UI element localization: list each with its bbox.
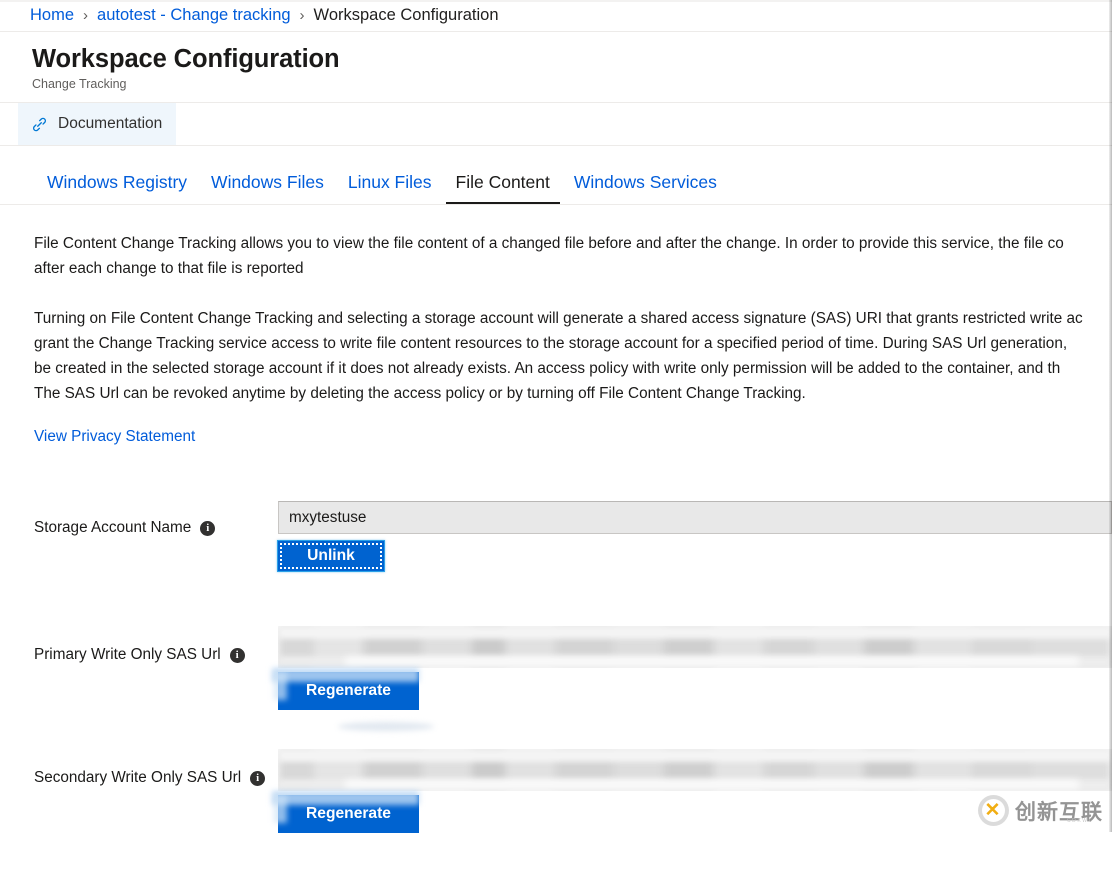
storage-account-button-row: Unlink xyxy=(278,541,1112,571)
breadcrumb: Home › autotest - Change tracking › Work… xyxy=(0,0,1112,31)
configuration-form: Storage Account Name i Unlink Primary Wr… xyxy=(34,501,1112,870)
command-bar: Documentation xyxy=(0,102,1112,146)
redaction-blur-top xyxy=(278,626,1112,639)
regenerate-secondary-label: Regenerate xyxy=(306,805,391,823)
tab-windows-services[interactable]: Windows Services xyxy=(562,171,729,204)
storage-account-field-column: Unlink xyxy=(278,501,1112,571)
secondary-sas-label: Secondary Write Only SAS Url xyxy=(34,769,241,787)
primary-sas-button-row: Regenerate xyxy=(278,672,1112,710)
primary-sas-label-group: Primary Write Only SAS Url i xyxy=(34,646,245,664)
secondary-sas-label-group: Secondary Write Only SAS Url i xyxy=(34,769,265,787)
secondary-sas-button-row: Regenerate xyxy=(278,795,1112,833)
breadcrumb-item-autotest[interactable]: autotest - Change tracking xyxy=(97,6,291,25)
view-privacy-statement-link[interactable]: View Privacy Statement xyxy=(34,428,195,446)
secondary-sas-field-column: Regenerate xyxy=(278,749,1112,833)
screenshot-smear xyxy=(272,791,419,805)
primary-sas-label: Primary Write Only SAS Url xyxy=(34,646,221,664)
form-row-secondary-sas: Secondary Write Only SAS Url i Regenerat… xyxy=(34,747,1112,870)
info-icon[interactable]: i xyxy=(230,648,245,663)
redaction-smudge xyxy=(345,657,1079,666)
link-icon xyxy=(30,115,48,133)
breadcrumb-separator-icon: › xyxy=(300,7,305,24)
tab-windows-registry[interactable]: Windows Registry xyxy=(34,171,199,204)
primary-sas-field-column: Regenerate xyxy=(278,626,1112,710)
description-paragraph-1: File Content Change Tracking allows you … xyxy=(34,231,1112,281)
tab-linux-files[interactable]: Linux Files xyxy=(336,171,444,204)
redaction-smudge xyxy=(345,780,1079,789)
storage-account-label: Storage Account Name xyxy=(34,519,191,537)
description-paragraph-2: Turning on File Content Change Tracking … xyxy=(34,306,1112,406)
documentation-button[interactable]: Documentation xyxy=(18,103,176,145)
tab-file-content[interactable]: File Content xyxy=(444,171,562,204)
main-content: File Content Change Tracking allows you … xyxy=(0,205,1112,870)
regenerate-primary-button[interactable]: Regenerate xyxy=(278,672,419,710)
regenerate-primary-label: Regenerate xyxy=(306,682,391,700)
screenshot-smear xyxy=(272,668,419,682)
breadcrumb-item-home[interactable]: Home xyxy=(30,6,74,25)
tab-windows-files[interactable]: Windows Files xyxy=(199,171,336,204)
storage-account-label-group: Storage Account Name i xyxy=(34,519,215,537)
unlink-button[interactable]: Unlink xyxy=(278,541,384,571)
screenshot-smear xyxy=(274,672,287,700)
info-icon[interactable]: i xyxy=(250,771,265,786)
redaction-blur-top xyxy=(278,749,1112,762)
screenshot-smear xyxy=(274,795,287,823)
blade-top-edge xyxy=(0,0,1112,2)
info-icon[interactable]: i xyxy=(200,521,215,536)
form-row-storage-account: Storage Account Name i Unlink xyxy=(34,501,1112,624)
page-subtitle: Change Tracking xyxy=(32,76,1112,93)
breadcrumb-separator-icon: › xyxy=(83,7,88,24)
storage-account-input[interactable] xyxy=(278,501,1112,534)
unlink-button-label: Unlink xyxy=(307,547,355,565)
form-row-primary-sas: Primary Write Only SAS Url i Regenerate xyxy=(34,624,1112,747)
primary-sas-input[interactable] xyxy=(278,626,1112,668)
documentation-label: Documentation xyxy=(58,115,162,133)
regenerate-secondary-button[interactable]: Regenerate xyxy=(278,795,419,833)
page-title: Workspace Configuration xyxy=(32,43,1112,75)
page-header: Workspace Configuration Change Tracking xyxy=(0,31,1112,102)
breadcrumb-item-current: Workspace Configuration xyxy=(314,6,499,25)
tabstrip: Windows Registry Windows Files Linux Fil… xyxy=(0,146,1112,205)
secondary-sas-input[interactable] xyxy=(278,749,1112,791)
